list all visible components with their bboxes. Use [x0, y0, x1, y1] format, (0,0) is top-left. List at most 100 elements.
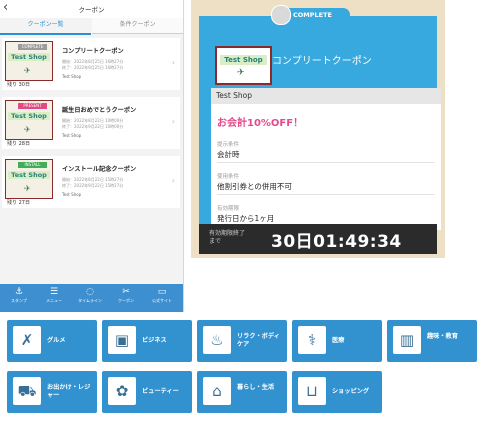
category-business[interactable]: ▣ ビジネス — [102, 320, 192, 362]
coupon-thumbnail: PRESENT Test Shop ✈ — [5, 100, 53, 140]
category-label: ショッピング — [332, 388, 370, 395]
field-label: 有効期限 — [217, 206, 240, 212]
stethoscope-icon: ⚕ — [298, 326, 326, 354]
bird-icon: ✈ — [24, 125, 31, 134]
chevron-right-icon: › — [171, 176, 175, 185]
badge-label: COMPLETE — [293, 11, 332, 19]
end-date: 終了：2022年9月25日 16時27分 — [62, 65, 124, 70]
coupon-thumbnail: INSTALL Test Shop ✈ — [5, 159, 53, 199]
category-label: お出かけ・レジャー — [47, 384, 91, 399]
coupon-shop: Test Shop — [62, 74, 82, 79]
days-remaining: 残り 27日 — [7, 200, 30, 206]
thumbnail-shop: Test Shop — [8, 171, 50, 179]
category-label: 趣味・教育 — [427, 333, 458, 340]
days-remaining: 残り 30日 — [7, 82, 30, 88]
thumbnail-shop: Test Shop — [8, 112, 50, 120]
nav-coupon[interactable]: ✂ クーポン — [110, 286, 142, 310]
ribbon-label: INSTALL — [18, 162, 47, 168]
field-value: 発行日から1ヶ月 — [217, 214, 275, 223]
menu-icon: ☰ — [49, 287, 59, 297]
flower-icon: ✿ — [108, 377, 136, 405]
category-label: ビューティー — [142, 388, 179, 395]
coupon-card-install[interactable]: INSTALL Test Shop ✈ 残り 27日 インストール記念クーポン … — [2, 156, 180, 208]
countdown-bar: 有効期限終了まで 30日01:49:34 — [199, 224, 437, 254]
coupon-icon: ✂ — [122, 287, 130, 297]
countdown-timer: 30日01:49:34 — [271, 232, 402, 252]
ribbon-label: PRESENT — [18, 103, 47, 109]
bird-icon: ✈ — [24, 184, 31, 193]
coupon-thumbnail: Test Shop ✈ — [215, 46, 272, 85]
divider — [217, 162, 435, 163]
chevron-right-icon: › — [171, 117, 175, 126]
screen-title: クーポン — [78, 6, 105, 14]
bird-icon: ✈ — [237, 68, 245, 78]
category-hobby[interactable]: ▥ 趣味・教育 — [387, 320, 477, 362]
nav-label: スタンプ — [11, 298, 27, 303]
end-date: 終了：2022年9月22日 10時00分 — [62, 124, 124, 129]
coupon-name: コンプリートクーポン — [62, 48, 124, 55]
website-icon: ▭ — [157, 287, 167, 297]
thumbnail-shop: Test Shop — [8, 53, 50, 61]
coupon-thumbnail: COMPLETE Test Shop ✈ — [5, 41, 53, 81]
thumbnail-shop: Test Shop — [220, 55, 267, 65]
nav-timeline[interactable]: ◌ タイムライン — [74, 286, 106, 310]
stamp-icon: ⚓ — [14, 287, 24, 297]
timeline-icon: ◌ — [86, 287, 94, 297]
car-icon: ⛟ — [13, 377, 41, 405]
stamp-circle-icon — [271, 5, 291, 25]
category-beauty[interactable]: ✿ ビューティー — [102, 371, 192, 413]
coupon-shop: Test Shop — [62, 192, 82, 197]
countdown-label: 有効期限終了まで — [209, 230, 246, 245]
briefcase-icon: ▣ — [108, 326, 136, 354]
category-label: 医療 — [332, 337, 345, 344]
coupon-details-panel: Test Shop お会計10%OFF！ 提示条件 会計時 使用条件 他割引券と… — [211, 88, 441, 230]
category-shopping[interactable]: ⊔ ショッピング — [292, 371, 382, 413]
relax-icon: ♨ — [203, 326, 231, 354]
category-outing[interactable]: ⛟ お出かけ・レジャー — [7, 371, 97, 413]
coupon-shop: Test Shop — [62, 133, 82, 138]
complete-badge: COMPLETE — [271, 5, 350, 25]
bottom-nav: ⚓ スタンプ ☰ メニュー ◌ タイムライン ✂ クーポン ▭ 公式サイト — [0, 284, 183, 312]
coupon-name: 誕生日おめでとうクーポン — [62, 107, 137, 114]
field-label: 提示条件 — [217, 142, 240, 148]
shop-header-text: Test Shop — [216, 91, 253, 100]
category-label: ビジネス — [142, 337, 167, 344]
nav-stamp[interactable]: ⚓ スタンプ — [3, 286, 35, 310]
nav-menu[interactable]: ☰ メニュー — [38, 286, 70, 310]
coupon-name: コンプリートクーポン — [272, 56, 372, 67]
category-living[interactable]: ⌂ 暮らし・生活 — [197, 371, 287, 413]
top-bar: ‹ クーポン — [0, 0, 183, 18]
nav-website[interactable]: ▭ 公式サイト — [146, 286, 178, 310]
tab-conditional-coupon[interactable]: 条件クーポン — [92, 18, 183, 34]
category-medical[interactable]: ⚕ 医療 — [292, 320, 382, 362]
book-icon: ▥ — [393, 326, 421, 354]
coupon-card-complete[interactable]: COMPLETE Test Shop ✈ 残り 30日 コンプリートクーポン 開… — [2, 38, 180, 90]
fork-knife-icon: ✗ — [13, 326, 41, 354]
coupon-detail: Test Shop ✈ コンプリートクーポン Test Shop お会計10%O… — [191, 0, 445, 258]
coupon-body: Test Shop ✈ コンプリートクーポン Test Shop お会計10%O… — [199, 16, 441, 230]
category-gourmet[interactable]: ✗ グルメ — [7, 320, 97, 362]
coupon-card-birthday[interactable]: PRESENT Test Shop ✈ 残り 28日 誕生日おめでとうクーポン … — [2, 97, 180, 149]
field-value: 会計時 — [217, 150, 240, 159]
field-value: 他割引券との併用不可 — [217, 182, 292, 191]
discount-text: お会計10%OFF！ — [217, 118, 304, 129]
category-label: リラク・ボディケア — [237, 333, 280, 348]
nav-label: クーポン — [118, 298, 134, 303]
nav-label: タイムライン — [78, 298, 102, 303]
house-icon: ⌂ — [203, 377, 231, 405]
days-remaining: 残り 28日 — [7, 141, 30, 147]
tab-bar: クーポン一覧 条件クーポン — [0, 18, 183, 35]
field-label: 使用条件 — [217, 174, 240, 180]
basket-icon: ⊔ — [298, 377, 326, 405]
tab-coupon-list[interactable]: クーポン一覧 — [0, 18, 91, 35]
nav-label: 公式サイト — [152, 298, 172, 303]
chevron-right-icon: › — [171, 58, 175, 67]
nav-label: メニュー — [46, 298, 62, 303]
coupon-list-screen: ‹ クーポン クーポン一覧 条件クーポン COMPLETE Test Shop … — [0, 0, 184, 312]
category-relaxation[interactable]: ♨ リラク・ボディケア — [197, 320, 287, 362]
ribbon-label: COMPLETE — [18, 44, 47, 50]
shop-header: Test Shop — [211, 88, 441, 104]
category-label: グルメ — [47, 337, 66, 344]
coupon-name: インストール記念クーポン — [62, 166, 137, 173]
bird-icon: ✈ — [24, 66, 31, 75]
